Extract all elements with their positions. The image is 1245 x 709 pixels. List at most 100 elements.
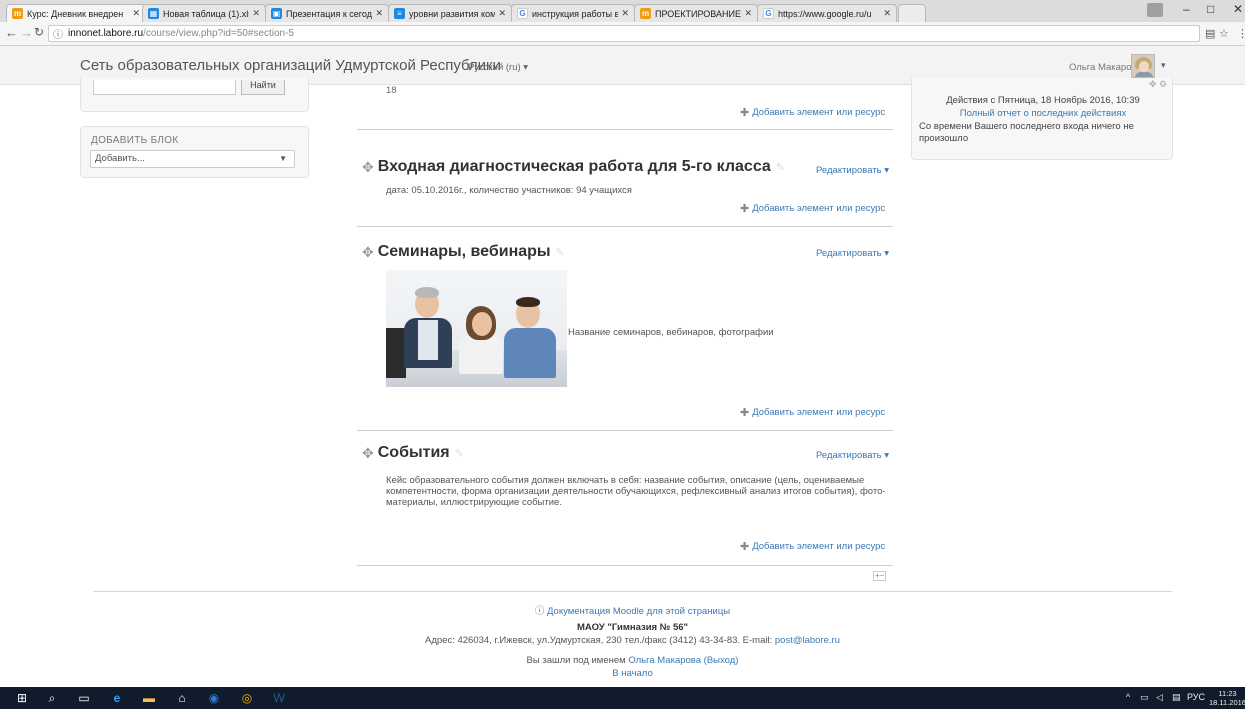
address-bar: ← → ↻ ⓘ innonet.labore.ru/course/view.ph… bbox=[0, 22, 1245, 46]
google-favicon-icon: G bbox=[517, 8, 528, 19]
logout-link[interactable]: (Выход) bbox=[704, 655, 739, 666]
add-block-select[interactable]: Добавить... ▼ bbox=[90, 150, 295, 168]
close-tab-icon[interactable]: ✕ bbox=[621, 8, 629, 19]
task-view-icon[interactable]: ▭ bbox=[76, 690, 92, 706]
ie-icon[interactable]: ◉ bbox=[206, 690, 222, 706]
page-footer: ⓘ Документация Moodle для этой страницы … bbox=[93, 591, 1172, 687]
tab-new-spreadsheet[interactable]: ▦ Новая таблица (1).xlsx ✕ bbox=[142, 4, 266, 22]
activity-since: Действия с Пятница, 18 Ноябрь 2016, 10:3… bbox=[946, 95, 1140, 106]
tab-course-diary[interactable]: m Курс: Дневник внедрен ✕ bbox=[6, 4, 146, 22]
close-tab-icon[interactable]: ✕ bbox=[132, 8, 140, 19]
moodle-favicon-icon: m bbox=[640, 8, 651, 19]
browser-menu-icon[interactable]: ⋮ bbox=[1237, 27, 1245, 40]
section-divider bbox=[357, 226, 893, 227]
no-activity-text: Со времени Вашего последнего входа ничег… bbox=[919, 121, 1134, 144]
moodle-favicon-icon: m bbox=[12, 8, 23, 19]
section-title: ✥ События ✎ bbox=[362, 444, 464, 462]
new-tab-button[interactable] bbox=[898, 4, 926, 22]
search-button[interactable]: Найти bbox=[241, 80, 285, 95]
add-resource-link[interactable]: ✚ Добавить элемент или ресурс bbox=[740, 406, 885, 419]
moodle-docs-link[interactable]: ⓘ Документация Moodle для этой страницы bbox=[93, 603, 1172, 617]
add-resource-link[interactable]: ✚ Добавить элемент или ресурс bbox=[740, 106, 885, 119]
edit-menu[interactable]: Редактировать ▾ bbox=[816, 450, 889, 461]
move-icon[interactable]: ✥ bbox=[362, 159, 374, 176]
volume-icon[interactable]: ◁ bbox=[1156, 692, 1163, 703]
section-divider bbox=[357, 129, 893, 130]
notifications-icon[interactable]: ▤ bbox=[1172, 692, 1181, 703]
user-menu-caret-icon[interactable]: ▾ bbox=[1161, 60, 1166, 71]
edit-menu[interactable]: Редактировать ▾ bbox=[816, 248, 889, 259]
google-favicon-icon: G bbox=[763, 8, 774, 19]
avatar[interactable] bbox=[1131, 54, 1155, 78]
edit-pencil-icon[interactable]: ✎ bbox=[776, 161, 785, 174]
tray-chevron-icon[interactable]: ^ bbox=[1126, 692, 1130, 702]
browser-profile-icon[interactable] bbox=[1147, 3, 1163, 17]
back-arrow-icon[interactable]: ← bbox=[5, 25, 18, 40]
plus-icon: ✚ bbox=[740, 203, 750, 215]
tab-presentation[interactable]: ▣ Презентация к сегодн ✕ bbox=[265, 4, 389, 22]
file-explorer-icon[interactable]: ▬ bbox=[141, 690, 157, 706]
tab-instruction[interactable]: G инструкция работы в М ✕ bbox=[511, 4, 635, 22]
profile-link[interactable]: Ольга Макарова bbox=[628, 655, 701, 666]
close-tab-icon[interactable]: ✕ bbox=[375, 8, 383, 19]
sheets-favicon-icon: ▦ bbox=[148, 8, 159, 19]
tab-design[interactable]: m ПРОЕКТИРОВАНИЕ_ДИ ✕ bbox=[634, 4, 758, 22]
store-icon[interactable]: ⌂ bbox=[174, 690, 190, 706]
login-info: Вы зашли под именем Ольга Макарова (Выхо… bbox=[526, 655, 739, 666]
recent-activity-block: ✥ ⚙ Действия с Пятница, 18 Ноябрь 2016, … bbox=[911, 78, 1173, 160]
language-menu[interactable]: Русский (ru) ▾ bbox=[468, 62, 528, 73]
seminar-photo bbox=[386, 270, 567, 387]
translate-icon[interactable]: ▤ bbox=[1205, 27, 1215, 40]
system-clock[interactable]: 11:23 18.11.2016 bbox=[1209, 689, 1245, 707]
bookmark-star-icon[interactable]: ☆ bbox=[1219, 27, 1229, 40]
close-tab-icon[interactable]: ✕ bbox=[252, 8, 260, 19]
close-tab-icon[interactable]: ✕ bbox=[498, 8, 506, 19]
full-report-link[interactable]: Полный отчет о последних действиях bbox=[912, 108, 1174, 119]
add-resource-link[interactable]: ✚ Добавить элемент или ресурс bbox=[740, 540, 885, 553]
close-tab-icon[interactable]: ✕ bbox=[883, 8, 891, 19]
edit-menu[interactable]: Редактировать ▾ bbox=[816, 165, 889, 176]
browser-tab-bar: m Курс: Дневник внедрен ✕ ▦ Новая таблиц… bbox=[0, 0, 1245, 22]
chrome-icon[interactable]: ◎ bbox=[239, 690, 255, 706]
section-divider bbox=[357, 430, 893, 431]
search-block: Найти bbox=[80, 78, 309, 112]
edit-pencil-icon[interactable]: ✎ bbox=[556, 246, 565, 259]
previous-section-text: 18 bbox=[386, 85, 397, 96]
word-icon[interactable]: W bbox=[271, 690, 287, 706]
maximize-icon[interactable]: □ bbox=[1207, 2, 1214, 16]
section-title: ✥ Входная диагностическая работа для 5-г… bbox=[362, 158, 786, 176]
move-icon[interactable]: ✥ bbox=[362, 244, 374, 261]
section-summary: дата: 05.10.2016г., количество участнико… bbox=[386, 185, 632, 196]
search-icon[interactable]: ⌕ bbox=[44, 690, 60, 706]
section-divider bbox=[357, 565, 893, 566]
email-link[interactable]: post@labore.ru bbox=[775, 635, 840, 646]
windows-start-icon[interactable]: ⊞ bbox=[14, 690, 30, 706]
add-resource-link[interactable]: ✚ Добавить элемент или ресурс bbox=[740, 202, 885, 215]
minimize-icon[interactable]: – bbox=[1183, 2, 1190, 16]
organization-address: Адрес: 426034, г.Ижевск, ул.Удмуртская, … bbox=[425, 635, 840, 646]
keyboard-language[interactable]: РУС bbox=[1187, 692, 1205, 702]
info-icon: ⓘ bbox=[534, 606, 547, 617]
tab-google[interactable]: G https://www.google.ru/u ✕ bbox=[757, 4, 897, 22]
edge-browser-icon[interactable]: e bbox=[109, 690, 125, 706]
organization-name: МАОУ "Гимназия № 56" bbox=[576, 622, 689, 633]
add-block-panel: ДОБАВИТЬ БЛОК Добавить... ▼ bbox=[80, 126, 309, 178]
forward-arrow-icon[interactable]: → bbox=[20, 25, 33, 40]
network-icon[interactable]: ▭ bbox=[1140, 692, 1149, 703]
reload-icon[interactable]: ↻ bbox=[34, 25, 44, 39]
move-icon[interactable]: ✥ bbox=[362, 445, 374, 462]
info-icon[interactable]: ⓘ bbox=[53, 26, 63, 41]
plus-icon: ✚ bbox=[740, 541, 750, 553]
url-field[interactable]: ⓘ innonet.labore.ru/course/view.php?id=5… bbox=[48, 25, 1200, 42]
block-controls-icon[interactable]: ✥ ⚙ bbox=[1149, 79, 1167, 90]
site-name-link[interactable]: Сеть образовательных организаций Удмуртс… bbox=[80, 57, 501, 74]
tab-development-levels[interactable]: ≡ уровни развития компе ✕ bbox=[388, 4, 512, 22]
chevron-down-icon: ▼ bbox=[279, 154, 287, 163]
search-input[interactable] bbox=[93, 80, 236, 95]
edit-pencil-icon[interactable]: ✎ bbox=[455, 447, 464, 460]
collapse-expand-icon[interactable]: +− bbox=[873, 571, 887, 581]
slides-favicon-icon: ▣ bbox=[271, 8, 282, 19]
close-tab-icon[interactable]: ✕ bbox=[744, 8, 752, 19]
home-link[interactable]: В начало bbox=[93, 668, 1172, 679]
close-window-icon[interactable]: ✕ bbox=[1233, 2, 1243, 16]
